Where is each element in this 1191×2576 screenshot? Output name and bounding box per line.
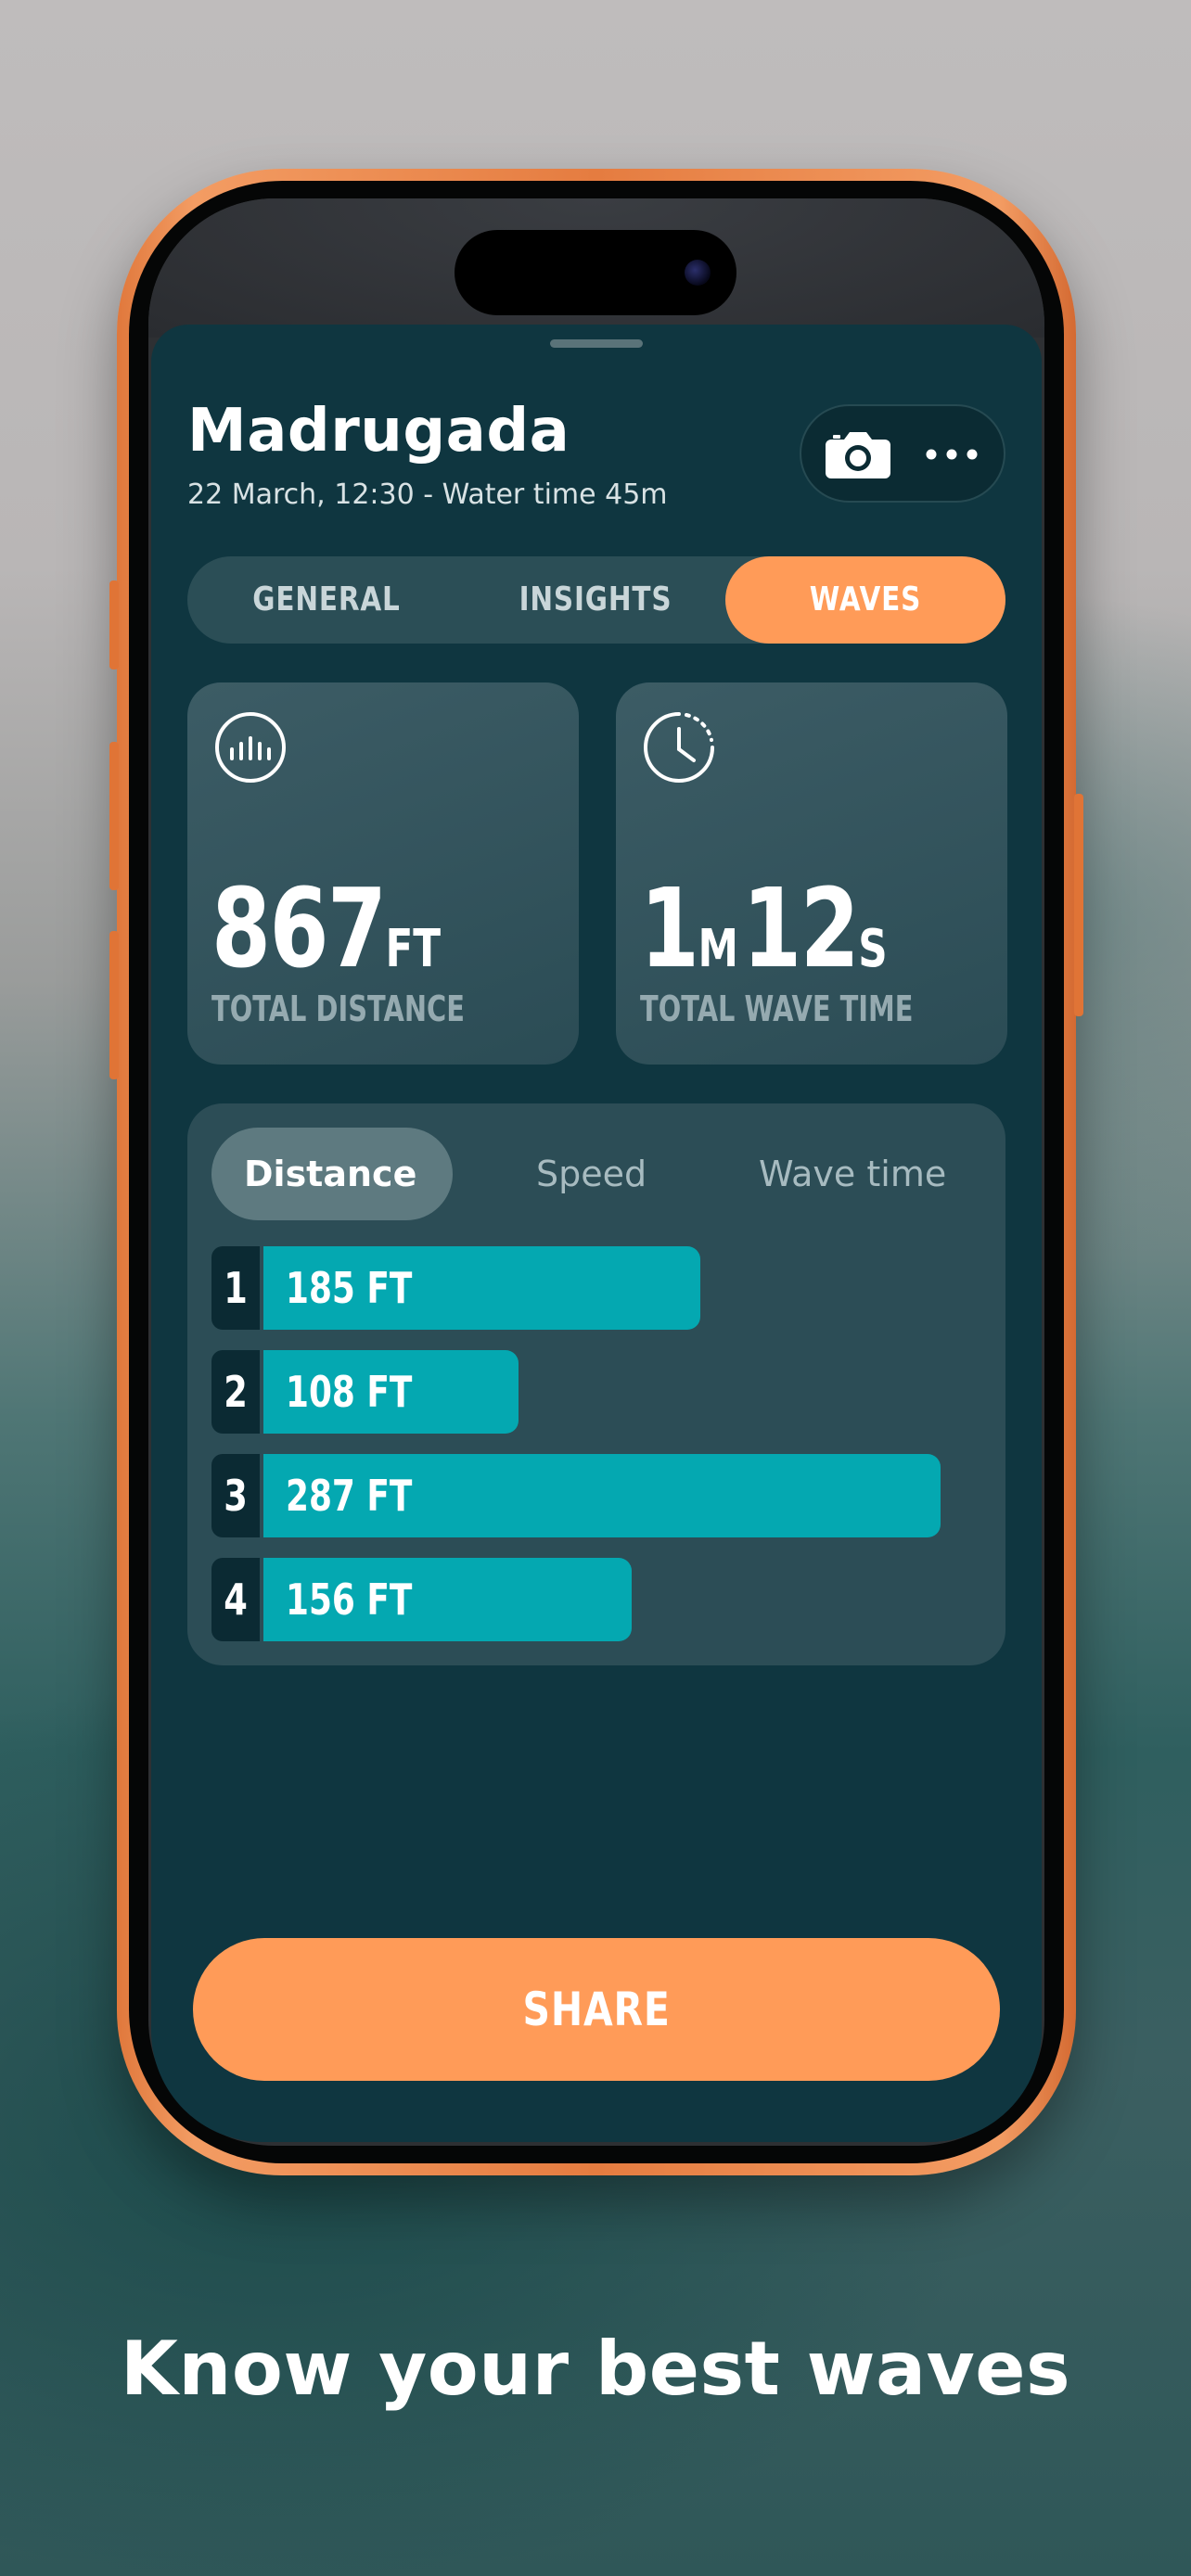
wave-index: 4: [211, 1558, 260, 1641]
session-tabs: GENERAL INSIGHTS WAVES: [187, 556, 1005, 644]
tab-general[interactable]: GENERAL: [212, 556, 441, 644]
dynamic-island: [455, 230, 736, 315]
wave-time-seconds-unit: S: [858, 919, 888, 979]
more-icon[interactable]: [924, 440, 980, 469]
wave-index-label: 3: [224, 1471, 248, 1521]
wave-bar-row[interactable]: 4 156 FT: [211, 1558, 981, 1641]
wave-index-label: 2: [224, 1367, 248, 1417]
wave-time-minutes-unit: M: [698, 919, 738, 979]
wave-time-minutes: 1: [640, 864, 699, 992]
tagline: Know your best waves: [120, 2326, 1071, 2412]
total-distance-card: 867FT TOTAL DISTANCE: [187, 682, 579, 1065]
total-wave-time-label: TOTAL WAVE TIME: [640, 988, 914, 1029]
tab-insights[interactable]: INSIGHTS: [481, 556, 710, 644]
camera-icon[interactable]: [824, 428, 892, 480]
clock-icon: [644, 712, 714, 783]
total-wave-time-card: 1M 12S TOTAL WAVE TIME: [616, 682, 1007, 1065]
wave-bar-row[interactable]: 1 185 FT: [211, 1246, 981, 1330]
session-subtitle: 22 March, 12:30 - Water time 45m: [187, 478, 668, 511]
distance-unit: FT: [385, 919, 442, 979]
wave-index-label: 4: [224, 1575, 248, 1625]
power-button: [1074, 794, 1083, 1016]
total-distance-label: TOTAL DISTANCE: [211, 988, 465, 1029]
session-title: Madrugada: [187, 397, 570, 465]
volume-up-button: [109, 742, 119, 890]
segment-wave-time[interactable]: Wave time: [759, 1128, 946, 1220]
segment-distance[interactable]: Distance: [244, 1128, 416, 1220]
wave-bar-value: 108 FT: [286, 1367, 413, 1417]
session-actions: [800, 404, 1005, 503]
wave-bar-row[interactable]: 3 287 FT: [211, 1454, 981, 1537]
total-wave-time-value: 1M 12S: [640, 864, 888, 992]
share-button[interactable]: SHARE: [193, 1938, 1000, 2081]
volume-down-button: [109, 931, 119, 1079]
waves-panel: Distance Speed Wave time 1 185 FT 2 108 FT 3…: [187, 1103, 1005, 1665]
sheet-grabber[interactable]: [550, 339, 643, 348]
wave-bar-value: 185 FT: [286, 1263, 413, 1313]
distance-number: 867: [211, 864, 387, 992]
total-distance-value: 867FT: [211, 864, 441, 992]
segment-speed[interactable]: Speed: [536, 1128, 647, 1220]
front-camera-icon: [685, 260, 711, 286]
wave-time-seconds: 12: [742, 864, 860, 992]
wave-bar-row[interactable]: 2 108 FT: [211, 1350, 981, 1434]
wave-bar-value: 287 FT: [286, 1471, 413, 1521]
wave-index: 2: [211, 1350, 260, 1434]
wave-index: 3: [211, 1454, 260, 1537]
tab-waves[interactable]: WAVES: [750, 556, 980, 644]
wave-index: 1: [211, 1246, 260, 1330]
distance-gauge-icon: [215, 712, 286, 783]
wave-index-label: 1: [224, 1263, 248, 1313]
share-label: SHARE: [522, 1983, 671, 2036]
wave-bar-value: 156 FT: [286, 1575, 413, 1625]
action-button: [109, 580, 119, 670]
